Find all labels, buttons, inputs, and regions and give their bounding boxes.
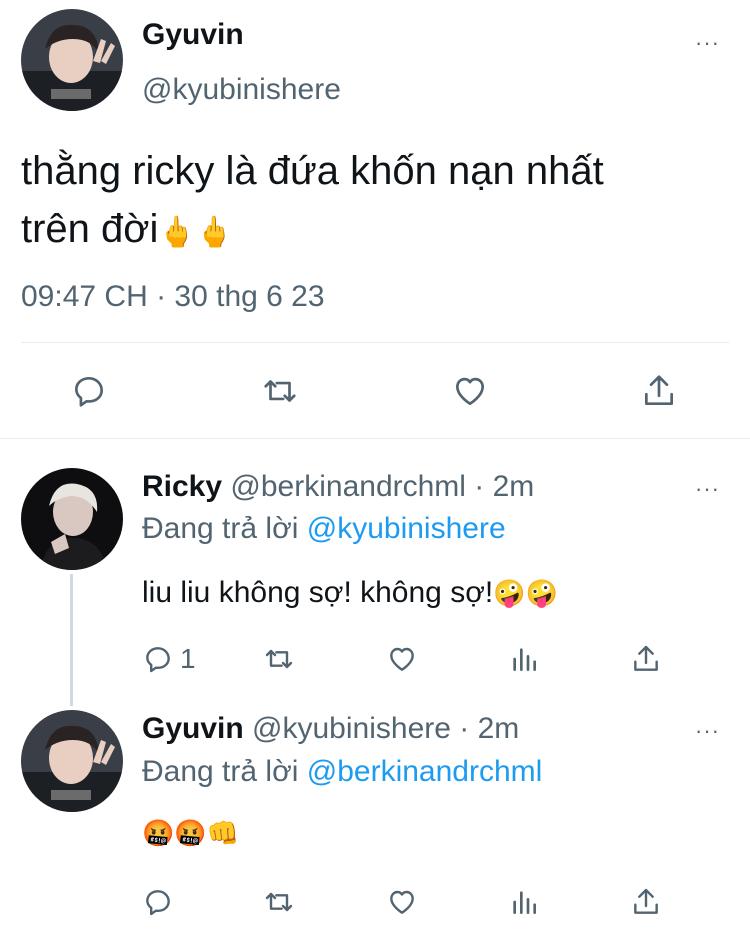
reply-icon [146, 890, 170, 916]
retweet-icon [264, 380, 296, 402]
reply2-reply-button[interactable] [142, 886, 174, 918]
reply2-replying-to: Đang trả lời @berkinandrchml [142, 755, 542, 789]
main-handle[interactable]: @kyubinishere [142, 73, 341, 107]
more-icon[interactable]: ··· [695, 478, 720, 500]
share-icon [634, 645, 658, 671]
reply1-replying-to: Đang trả lời @kyubinishere [142, 512, 506, 546]
more-icon[interactable]: ··· [695, 720, 720, 742]
heart-icon [390, 647, 414, 671]
section-divider [0, 438, 750, 439]
avatar-ricky[interactable] [21, 468, 123, 570]
main-tweet-text: thằng ricky là đứa khốn nạn nhất trên đờ… [21, 142, 731, 262]
reply1-header: Ricky @berkinandrchml · 2m [142, 470, 534, 504]
retweet-button[interactable] [260, 372, 300, 410]
retweet-icon [265, 892, 293, 912]
share-icon [644, 375, 674, 406]
reply1-time[interactable]: · 2m [474, 470, 534, 503]
reply2-handle[interactable]: @kyubinishere [252, 712, 451, 745]
reply1-retweet-button[interactable] [262, 643, 296, 675]
reply1-handle[interactable]: @berkinandrchml [230, 470, 466, 503]
heart-icon [390, 890, 414, 914]
reply1-views-button[interactable] [508, 643, 540, 675]
main-display-name[interactable]: Gyuvin [142, 18, 244, 52]
avatar-image [21, 710, 123, 812]
reply-icon [74, 376, 104, 407]
avatar-image [21, 468, 123, 570]
main-timestamp[interactable]: 09:47 CH · 30 thg 6 23 [21, 280, 325, 314]
share-icon [634, 888, 658, 914]
thread-line [70, 574, 73, 706]
reply1-display-name[interactable]: Ricky [142, 470, 222, 503]
reply2-text: 🤬🤬👊 [142, 818, 239, 849]
replying-to-handle[interactable]: @kyubinishere [307, 512, 506, 545]
like-button[interactable] [450, 372, 490, 410]
reply2-display-name[interactable]: Gyuvin [142, 712, 244, 745]
reply1-share-button[interactable] [630, 643, 662, 675]
reply2-retweet-button[interactable] [262, 886, 296, 918]
reply2-views-button[interactable] [508, 886, 540, 918]
reply2-emoji: 🤬🤬👊 [142, 818, 240, 848]
reply-button[interactable] [70, 372, 108, 410]
avatar-image [21, 9, 123, 111]
views-icon [513, 648, 536, 671]
replying-prefix: Đang trả lời [142, 755, 299, 788]
reply1-like-button[interactable] [385, 643, 419, 675]
tweet-text-line2-words: trên đời [21, 207, 159, 251]
share-button[interactable] [640, 372, 678, 410]
reply1-text: liu liu không sợ! không sợ!🤪🤪 [142, 576, 558, 610]
heart-icon [455, 377, 485, 406]
reply2-share-button[interactable] [630, 886, 662, 918]
views-icon [513, 891, 536, 914]
reply2-header: Gyuvin @kyubinishere · 2m [142, 712, 519, 746]
tweet-text-line1: thằng ricky là đứa khốn nạn nhất [21, 149, 604, 193]
tweet-emoji: 🖕🖕 [158, 216, 234, 249]
replying-prefix: Đang trả lời [142, 512, 299, 545]
more-icon[interactable]: ··· [695, 32, 720, 54]
retweet-icon [265, 649, 293, 669]
divider [21, 342, 729, 343]
reply1-body: liu liu không sợ! không sợ! [142, 576, 494, 609]
tweet-text-line2: trên đời🖕🖕 [21, 200, 731, 262]
reply1-reply-count: 1 [180, 643, 196, 674]
reply2-like-button[interactable] [385, 886, 419, 918]
reply1-emoji: 🤪🤪 [493, 578, 558, 608]
reply-icon [146, 647, 170, 673]
avatar-gyuvin[interactable] [21, 9, 123, 111]
replying-to-handle[interactable]: @berkinandrchml [307, 755, 543, 788]
reply1-reply-button[interactable]: 1 [142, 643, 196, 675]
avatar-gyuvin-reply[interactable] [21, 710, 123, 812]
reply2-time[interactable]: · 2m [459, 712, 519, 745]
